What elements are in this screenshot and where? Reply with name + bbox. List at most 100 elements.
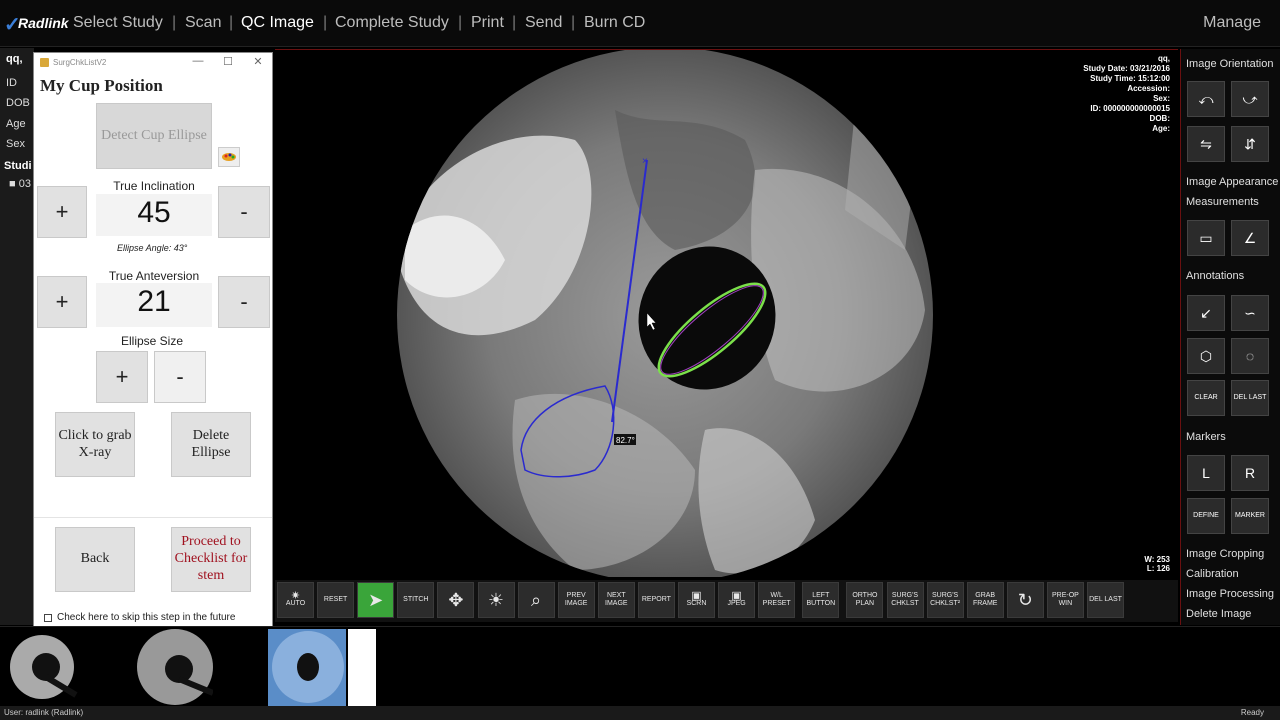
stitch-button[interactable]: STITCH (397, 582, 435, 618)
nav-select-study[interactable]: Select Study (73, 14, 163, 32)
image-appearance-header[interactable]: Image Appearance (1186, 176, 1278, 188)
image-orientation-header[interactable]: Image Orientation (1186, 58, 1273, 70)
auto-button[interactable]: ✷ AUTO (277, 582, 314, 618)
xray-image[interactable]: × 82.7° (275, 50, 1178, 577)
overlay-study-time: Study Time: 15:12:00 (1090, 74, 1170, 83)
minimize-icon[interactable]: — (191, 55, 205, 67)
wl-preset-button[interactable]: W/L PRESET (758, 582, 796, 618)
report-button[interactable]: REPORT (637, 582, 675, 618)
image-processing-header[interactable]: Image Processing (1186, 588, 1274, 600)
scrn-button[interactable]: ▣ SCRN (678, 582, 715, 618)
ruler-icon[interactable]: ▭ (1187, 220, 1225, 256)
dialog-titlebar[interactable]: SurgChkListV2 — ☐ ✕ (34, 53, 272, 73)
rotate-left-icon[interactable]: ⤺ (1187, 81, 1225, 117)
next-image-button[interactable]: NEXT IMAGE (597, 582, 635, 618)
calibration-header[interactable]: Calibration (1186, 568, 1239, 580)
marker-button[interactable]: MARKER (1231, 498, 1269, 534)
overlay-age: Age: (1152, 124, 1170, 133)
nav-burn-cd[interactable]: Burn CD (584, 14, 645, 32)
left-button[interactable]: LEFT BUTTON (802, 582, 840, 618)
flip-horizontal-icon[interactable]: ⇋ (1187, 126, 1225, 162)
auto-icon: ✷ (290, 590, 301, 602)
flip-vertical-icon[interactable]: ⇵ (1231, 126, 1269, 162)
skip-step-checkbox[interactable] (44, 614, 52, 622)
auto-button-label: AUTO (285, 600, 306, 607)
select-button[interactable]: ➤ (357, 582, 395, 618)
ortho-plan-button[interactable]: ORTHO PLAN (846, 582, 884, 618)
proceed-checklist-button[interactable]: Proceed to Checklist for stem (171, 527, 251, 592)
prev-image-button-content: PREV IMAGE (559, 592, 594, 608)
ellipse-size-minus-button[interactable]: - (154, 351, 206, 403)
surgs-chklst-button-label: SURG'S CHKLST (891, 592, 919, 607)
nav-print[interactable]: Print (471, 14, 504, 32)
define-marker-button[interactable]: DEFINE (1187, 498, 1225, 534)
measurements-header[interactable]: Measurements (1186, 196, 1259, 208)
window-level-overlay: W: 253 L: 126 (1144, 555, 1170, 573)
thumbnail-1[interactable] (2, 629, 80, 706)
next-image-button-label: NEXT IMAGE (605, 592, 628, 607)
thumbnail-3-selected[interactable] (268, 629, 346, 706)
marker-left-button[interactable]: L (1187, 455, 1225, 491)
palette-icon[interactable] (218, 147, 240, 167)
detect-cup-ellipse-button[interactable]: Detect Cup Ellipse (96, 103, 212, 169)
zoom-button-content: ⌕ (531, 590, 542, 610)
freehand-icon[interactable]: ∽ (1231, 295, 1269, 331)
maximize-icon[interactable]: ☐ (221, 55, 235, 68)
nav-separator: | (172, 14, 177, 31)
app-window: ✓ Radlink Select Study | Scan | QC Image… (0, 0, 1280, 720)
anteversion-plus-button[interactable]: + (37, 276, 87, 328)
annotations-header[interactable]: Annotations (1186, 270, 1244, 282)
study-item-text: 03 (18, 178, 31, 190)
prev-image-button[interactable]: PREV IMAGE (557, 582, 595, 618)
angle-icon[interactable]: ∠ (1231, 220, 1269, 256)
rotate-right-icon[interactable]: ⤻ (1231, 81, 1269, 117)
nav-scan[interactable]: Scan (185, 14, 221, 32)
pre-op-win-button[interactable]: PRE-OP WIN (1046, 582, 1084, 618)
study-info-overlay: qq, Study Date: 03/21/2016 Study Time: 1… (1083, 54, 1170, 134)
reset-button[interactable]: RESET (317, 582, 355, 618)
del-last-button[interactable]: DEL LAST (1087, 582, 1124, 618)
inclination-plus-button[interactable]: + (37, 186, 87, 238)
auto-button-content: ✷ AUTO (285, 590, 306, 608)
study-item[interactable]: ■ 03 (9, 178, 31, 190)
thumbnail-2[interactable] (135, 629, 213, 706)
delete-last-annotation-button[interactable]: DEL LAST (1231, 380, 1269, 416)
nav-manage[interactable]: Manage (1203, 14, 1261, 32)
pan-button-content: ✥ (448, 591, 463, 609)
zoom-button[interactable]: ⌕ (517, 582, 555, 618)
back-button[interactable]: Back (55, 527, 135, 592)
nav-qc-image[interactable]: QC Image (241, 14, 314, 32)
anteversion-minus-button[interactable]: - (218, 276, 270, 328)
marker-right-button[interactable]: R (1231, 455, 1269, 491)
brightness-button[interactable]: ☀ (477, 582, 515, 618)
surgs-chklst2-button-label: SURG'S CHKLST² (930, 592, 961, 607)
ellipse-size-plus-button[interactable]: + (96, 351, 148, 403)
clear-annotations-button[interactable]: CLEAR (1187, 380, 1225, 416)
zoom-icon: ⌕ (531, 590, 542, 610)
inclination-minus-button[interactable]: - (218, 186, 270, 238)
polygon-icon[interactable]: ⬡ (1187, 338, 1225, 374)
image-viewer[interactable]: × 82.7° qq, Study Date: 03/21/2016 Study… (275, 49, 1178, 577)
dialog-divider (34, 517, 272, 518)
close-icon[interactable]: ✕ (251, 55, 265, 68)
nav-send[interactable]: Send (525, 14, 562, 32)
nav-separator: | (229, 14, 234, 31)
pan-button[interactable]: ✥ (437, 582, 475, 618)
image-cropping-header[interactable]: Image Cropping (1186, 548, 1264, 560)
inclination-value: 45 (96, 194, 212, 236)
delete-ellipse-button[interactable]: Delete Ellipse (171, 412, 251, 477)
surgs-chklst2-button[interactable]: SURG'S CHKLST² (926, 582, 964, 618)
jpeg-button[interactable]: ▣ JPEG (718, 582, 756, 618)
grab-frame-button[interactable]: GRAB FRAME (966, 582, 1004, 618)
delete-image-header[interactable]: Delete Image (1186, 608, 1251, 620)
overlay-dob: DOB: (1149, 114, 1170, 123)
spline-icon[interactable]: ◌ (1231, 338, 1269, 374)
rotate-button[interactable]: ↻ (1006, 582, 1044, 618)
arrow-annotation-icon[interactable]: ↙ (1187, 295, 1225, 331)
nav-complete-study[interactable]: Complete Study (335, 14, 449, 32)
grab-xray-button[interactable]: Click to grab X-ray (55, 412, 135, 477)
thumbnail-strip (0, 626, 1280, 706)
markers-header[interactable]: Markers (1186, 431, 1226, 443)
surgs-chklst-button[interactable]: SURG'S CHKLST (886, 582, 924, 618)
app-icon (40, 58, 49, 67)
